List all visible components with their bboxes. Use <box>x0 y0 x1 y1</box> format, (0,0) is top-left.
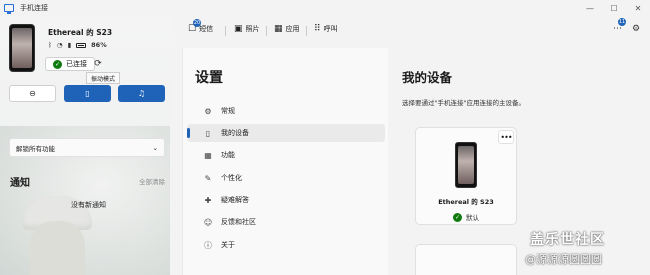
pen-icon: ✎ <box>204 173 212 183</box>
settings-item-my-devices[interactable]: ▯ 我的设备 <box>187 124 385 142</box>
notifications-title: 通知 <box>10 178 30 189</box>
signal-icon: ▮ <box>67 41 72 49</box>
settings-title: 设置 <box>195 70 223 86</box>
battery-icon <box>76 42 87 48</box>
vibrate-mode-button[interactable]: ▯ <box>64 85 111 102</box>
check-icon: ✓ <box>453 212 462 222</box>
tooltip: 振动模式 <box>86 72 121 84</box>
phone-thumbnail <box>9 24 35 72</box>
tab-calls[interactable]: ⠿ 呼叫 <box>314 24 338 34</box>
apps-icon: ▦ <box>274 24 283 34</box>
info-icon: ⓘ <box>204 240 212 250</box>
card-more-button[interactable]: ••• <box>498 130 514 144</box>
content-title: 我的设备 <box>402 70 453 85</box>
device-status-row: ᛒ ◔ ▮ 86% <box>48 41 107 49</box>
default-status: ✓ 默认 <box>453 212 479 222</box>
phone-icon: ▯ <box>205 128 211 138</box>
gear-icon: ⚙ <box>632 24 641 34</box>
minimize-button[interactable]: — <box>578 0 602 16</box>
refresh-icon: ⟳ <box>94 59 102 69</box>
grid-icon: ▦ <box>204 150 212 160</box>
title-bar: 手机连接 — ☐ ✕ <box>0 0 650 16</box>
feedback-icon: ☺ <box>203 217 213 227</box>
photo-icon: ▣ <box>234 24 243 34</box>
phone-link-logo-icon <box>4 4 14 14</box>
window-title: 手机连接 <box>20 4 48 12</box>
message-icon: ☐ 20 <box>188 19 201 34</box>
minus-circle-icon: ⊖ <box>29 89 36 98</box>
settings-item-feedback[interactable]: ☺ 反馈和社区 <box>187 213 385 231</box>
add-device-card[interactable] <box>415 244 517 275</box>
settings-item-about[interactable]: ⓘ 关于 <box>187 236 385 254</box>
clear-all-link[interactable]: 全部清除 <box>139 176 165 186</box>
dialpad-icon: ⠿ <box>314 24 321 34</box>
unlock-label: 解锁所有功能 <box>16 144 55 153</box>
chevron-down-icon: ⌄ <box>152 143 158 152</box>
bluetooth-icon: ᛒ <box>48 41 52 49</box>
more-icon: ••• <box>500 132 512 142</box>
unlock-features-dropdown[interactable]: 解锁所有功能 ⌄ <box>9 138 165 157</box>
watermark-title: 盖乐世社区 <box>530 232 605 248</box>
connected-label: 已连接 <box>66 60 87 68</box>
music-note-icon: ♫ <box>137 89 146 98</box>
do-not-disturb-button[interactable]: ⊖ <box>9 85 56 102</box>
tab-messages[interactable]: ☐ 20 短信 <box>188 19 213 34</box>
tab-photos[interactable]: ▣ 照片 <box>234 24 260 34</box>
connection-status-button[interactable]: ✓ 已连接 <box>45 57 95 71</box>
close-button[interactable]: ✕ <box>626 0 650 16</box>
vibrate-icon: ▯ <box>85 89 90 98</box>
empty-notifications-message: 没有新通知 <box>71 201 106 209</box>
settings-item-features[interactable]: ▦ 功能 <box>187 146 385 164</box>
refresh-button[interactable]: ⟳ <box>90 57 106 71</box>
settings-button[interactable]: ⚙ <box>632 24 640 34</box>
card-device-name: Ethereal 的 S23 <box>438 198 494 206</box>
card-phone-image <box>455 142 477 188</box>
tab-apps[interactable]: ▦ 应用 <box>274 24 300 34</box>
device-name: Ethereal 的 S23 <box>48 28 113 37</box>
settings-panel: 设置 ⚙ 常规 ▯ 我的设备 ▦ 功能 ✎ 个性化 ✚ 疑难解答 ☺ 反馈和社区 ⓘ 关于 <box>182 48 388 275</box>
settings-item-general[interactable]: ⚙ 常规 <box>187 102 385 120</box>
check-icon: ✓ <box>53 59 62 69</box>
wifi-icon: ◔ <box>56 41 63 49</box>
notifications-button[interactable]: ⋯ 11 <box>613 18 626 34</box>
window-controls: — ☐ ✕ <box>578 0 650 16</box>
right-badge: 11 <box>618 18 626 26</box>
settings-item-troubleshoot[interactable]: ✚ 疑难解答 <box>187 191 385 209</box>
sound-mode-button[interactable]: ♫ <box>118 85 165 102</box>
left-panel: Ethereal 的 S23 ᛒ ◔ ▮ 86% ✓ 已连接 ⟳ 振动模式 ⊖ … <box>0 16 170 275</box>
settings-item-personalization[interactable]: ✎ 个性化 <box>187 169 385 187</box>
gear-icon: ⚙ <box>204 106 212 116</box>
battery-percent: 86% <box>91 41 107 49</box>
device-card[interactable]: ••• Ethereal 的 S23 ✓ 默认 <box>415 127 517 225</box>
watermark-handle: @源源源圆圆圆 <box>525 253 602 266</box>
wrench-icon: ✚ <box>204 195 212 205</box>
content-description: 选择要通过"手机连接"应用连接的主设备。 <box>402 99 525 107</box>
my-devices-content: 我的设备 选择要通过"手机连接"应用连接的主设备。 ••• Ethereal 的… <box>388 48 650 275</box>
top-nav: ☐ 20 短信 ▣ 照片 ▦ 应用 ⠿ 呼叫 ⋯ 11 ⚙ <box>170 16 650 46</box>
messages-badge: 20 <box>193 19 201 27</box>
maximize-button[interactable]: ☐ <box>602 0 626 16</box>
